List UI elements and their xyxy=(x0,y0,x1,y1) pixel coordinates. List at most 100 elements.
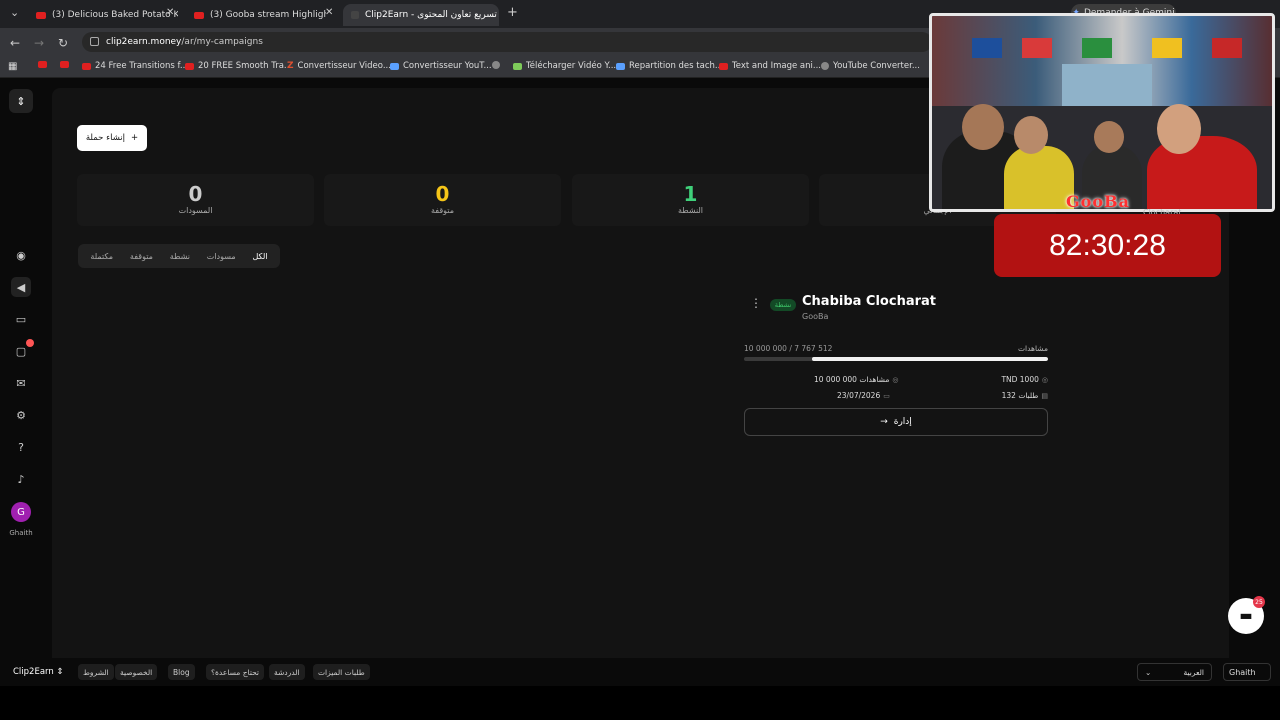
mail-icon[interactable]: ✉ xyxy=(11,373,31,393)
clip2earn-logo-icon[interactable]: ⇕ xyxy=(9,89,33,113)
bookmark-item[interactable]: Z Convertisseur Video... xyxy=(287,61,391,71)
clip2earn-favicon-icon xyxy=(351,11,359,19)
stat-label: المسودات xyxy=(178,206,213,215)
language-value: العربية xyxy=(1183,667,1205,677)
bookmark-item[interactable]: 20 FREE Smooth Tra... xyxy=(185,61,292,71)
close-tab-icon[interactable]: ✕ xyxy=(166,7,174,18)
stat-label: متوقفة xyxy=(431,206,454,215)
url-field[interactable]: clip2earn.money/ar/my-campaigns xyxy=(82,32,932,52)
footer-brand[interactable]: Clip2Earn ⇕ xyxy=(13,667,64,677)
stat-card-paused: 0 متوقفة xyxy=(324,174,561,226)
budget: TND 1000 ◎ xyxy=(1001,375,1048,384)
back-arrow-icon[interactable]: ← xyxy=(10,36,20,50)
bookmark-item[interactable] xyxy=(492,61,504,69)
tab-title: (3) Gooba stream Highlights#4 xyxy=(210,10,326,20)
url-host: clip2earn.money xyxy=(106,37,182,47)
globe-icon xyxy=(821,62,829,70)
stat-value: 1 xyxy=(683,182,698,206)
browser-tab-1[interactable]: (3) Delicious Baked Potato Kum xyxy=(28,4,178,26)
stat-value: 0 xyxy=(435,182,450,206)
more-vertical-icon[interactable]: ⋮ xyxy=(750,296,762,310)
avatar[interactable]: G xyxy=(11,502,31,522)
bookmark-item[interactable]: Convertisseur YouT... xyxy=(390,61,492,71)
avatar-name: Ghaith xyxy=(9,529,33,537)
create-campaign-button[interactable]: إنشاء حملة + xyxy=(77,125,147,151)
webcam-window xyxy=(1062,64,1152,109)
arrow-right-icon: → xyxy=(880,417,888,427)
taskbar-strip xyxy=(0,686,1280,720)
apps-grid-icon[interactable]: ▦ xyxy=(8,61,17,72)
megaphone-icon[interactable]: ◀ xyxy=(11,277,31,297)
sidebar: ⇕ ◉ ◀ ▭ ▢ ✉ ⚙ ? ♪ G Ghaith xyxy=(0,78,52,658)
forward-arrow-icon[interactable]: → xyxy=(34,36,44,50)
globe-icon xyxy=(492,61,500,69)
footer-link-help[interactable]: تحتاج مساعدة؟ xyxy=(206,664,265,680)
download-icon xyxy=(513,62,522,70)
wall-flag xyxy=(1212,38,1242,58)
stat-value: 0 xyxy=(188,182,203,206)
site-info-icon[interactable] xyxy=(90,37,99,46)
tab-completed[interactable]: مكتملة xyxy=(90,252,113,261)
manage-button[interactable]: → إدارة xyxy=(744,408,1048,436)
requests-count: 132 طلبات ▤ xyxy=(1001,391,1048,400)
person-head xyxy=(1014,116,1048,154)
progress-bar xyxy=(744,357,1048,361)
calendar-icon: ▭ xyxy=(883,391,890,400)
bookmark-item[interactable]: Télécharger Vidéo Y... xyxy=(513,61,616,71)
bookmark-item[interactable] xyxy=(60,61,73,68)
bookmark-item[interactable]: Repartition des tach... xyxy=(616,61,723,71)
reload-icon[interactable]: ↻ xyxy=(58,36,68,50)
stat-label: النشطة xyxy=(677,206,704,215)
tab-drafts[interactable]: مسودات xyxy=(207,252,236,261)
wall-flag xyxy=(1152,38,1182,58)
updown-icon: ⇕ xyxy=(56,667,64,677)
close-tab-icon[interactable]: ✕ xyxy=(325,7,333,18)
notification-dot xyxy=(26,339,34,347)
footer-link-blog[interactable]: Blog xyxy=(168,664,195,680)
gear-icon[interactable]: ⚙ xyxy=(11,405,31,425)
bell-icon[interactable]: ♪ xyxy=(11,469,31,489)
help-icon[interactable]: ? xyxy=(11,437,31,457)
progress-label: مشاهدات xyxy=(1017,344,1048,353)
document-icon[interactable]: ▭ xyxy=(11,309,31,329)
converter-icon xyxy=(390,62,399,70)
browser-tab-2[interactable]: (3) Gooba stream Highlights#4 xyxy=(186,4,326,26)
browser-tab-3[interactable]: Clip2Earn - تسريع تعاون المحتوى ✕ xyxy=(343,4,499,26)
stream-timer: 82:30:28 xyxy=(994,214,1221,277)
tab-paused[interactable]: متوقفة xyxy=(130,252,153,261)
new-tab-button[interactable]: + xyxy=(507,5,518,20)
bookmark-item[interactable]: 24 Free Transitions f... xyxy=(82,61,188,71)
language-select[interactable]: ⌄ العربية xyxy=(1137,663,1212,681)
channel-logo: GooBa xyxy=(1066,192,1130,211)
campaign-filter-tabs: مكتملة متوقفة نشطة مسودات الكل xyxy=(78,244,280,268)
tab-all[interactable]: الكل xyxy=(252,252,267,261)
create-campaign-label: إنشاء حملة xyxy=(85,133,125,143)
screen: ⌄ (3) Delicious Baked Potato Kum ✕ (3) G… xyxy=(0,0,1280,720)
footer-link-privacy[interactable]: الخصوصية xyxy=(115,664,158,680)
tab-active[interactable]: نشطة xyxy=(170,252,190,261)
converter-z-icon: Z xyxy=(287,61,294,71)
bookmark-item[interactable] xyxy=(38,61,51,68)
manage-label: إدارة xyxy=(893,417,912,427)
bookmark-item[interactable]: YouTube Converter... xyxy=(821,61,920,71)
footer-link-terms[interactable]: الشروط xyxy=(78,664,114,680)
chevron-down-icon: ⌄ xyxy=(1145,667,1152,677)
tab-list-chevron-icon[interactable]: ⌄ xyxy=(10,6,19,19)
wall-flag xyxy=(1022,38,1052,58)
youtube-icon xyxy=(36,11,46,19)
youtube-icon xyxy=(185,62,194,70)
status-badge: نشطة xyxy=(770,299,796,311)
wall-flag xyxy=(1082,38,1112,58)
campaign-card: ⋮ نشطة Chabiba Clocharat GooBa 10 000 00… xyxy=(736,288,1056,446)
footer-link-feature-requests[interactable]: طلبات الميزات xyxy=(313,664,370,680)
footer-link-chat[interactable]: الدردشة xyxy=(269,664,305,680)
person-head xyxy=(1157,104,1201,154)
bookmark-item[interactable]: Text and Image ani... xyxy=(719,61,821,71)
person xyxy=(1004,146,1074,209)
tab-title: Clip2Earn - تسريع تعاون المحتوى xyxy=(365,10,497,20)
youtube-icon xyxy=(194,11,204,19)
compass-icon[interactable]: ◉ xyxy=(11,245,31,265)
stat-card-drafts: 0 المسودات xyxy=(77,174,314,226)
person-head xyxy=(962,104,1004,150)
footer-user[interactable]: Ghaith xyxy=(1223,663,1271,681)
